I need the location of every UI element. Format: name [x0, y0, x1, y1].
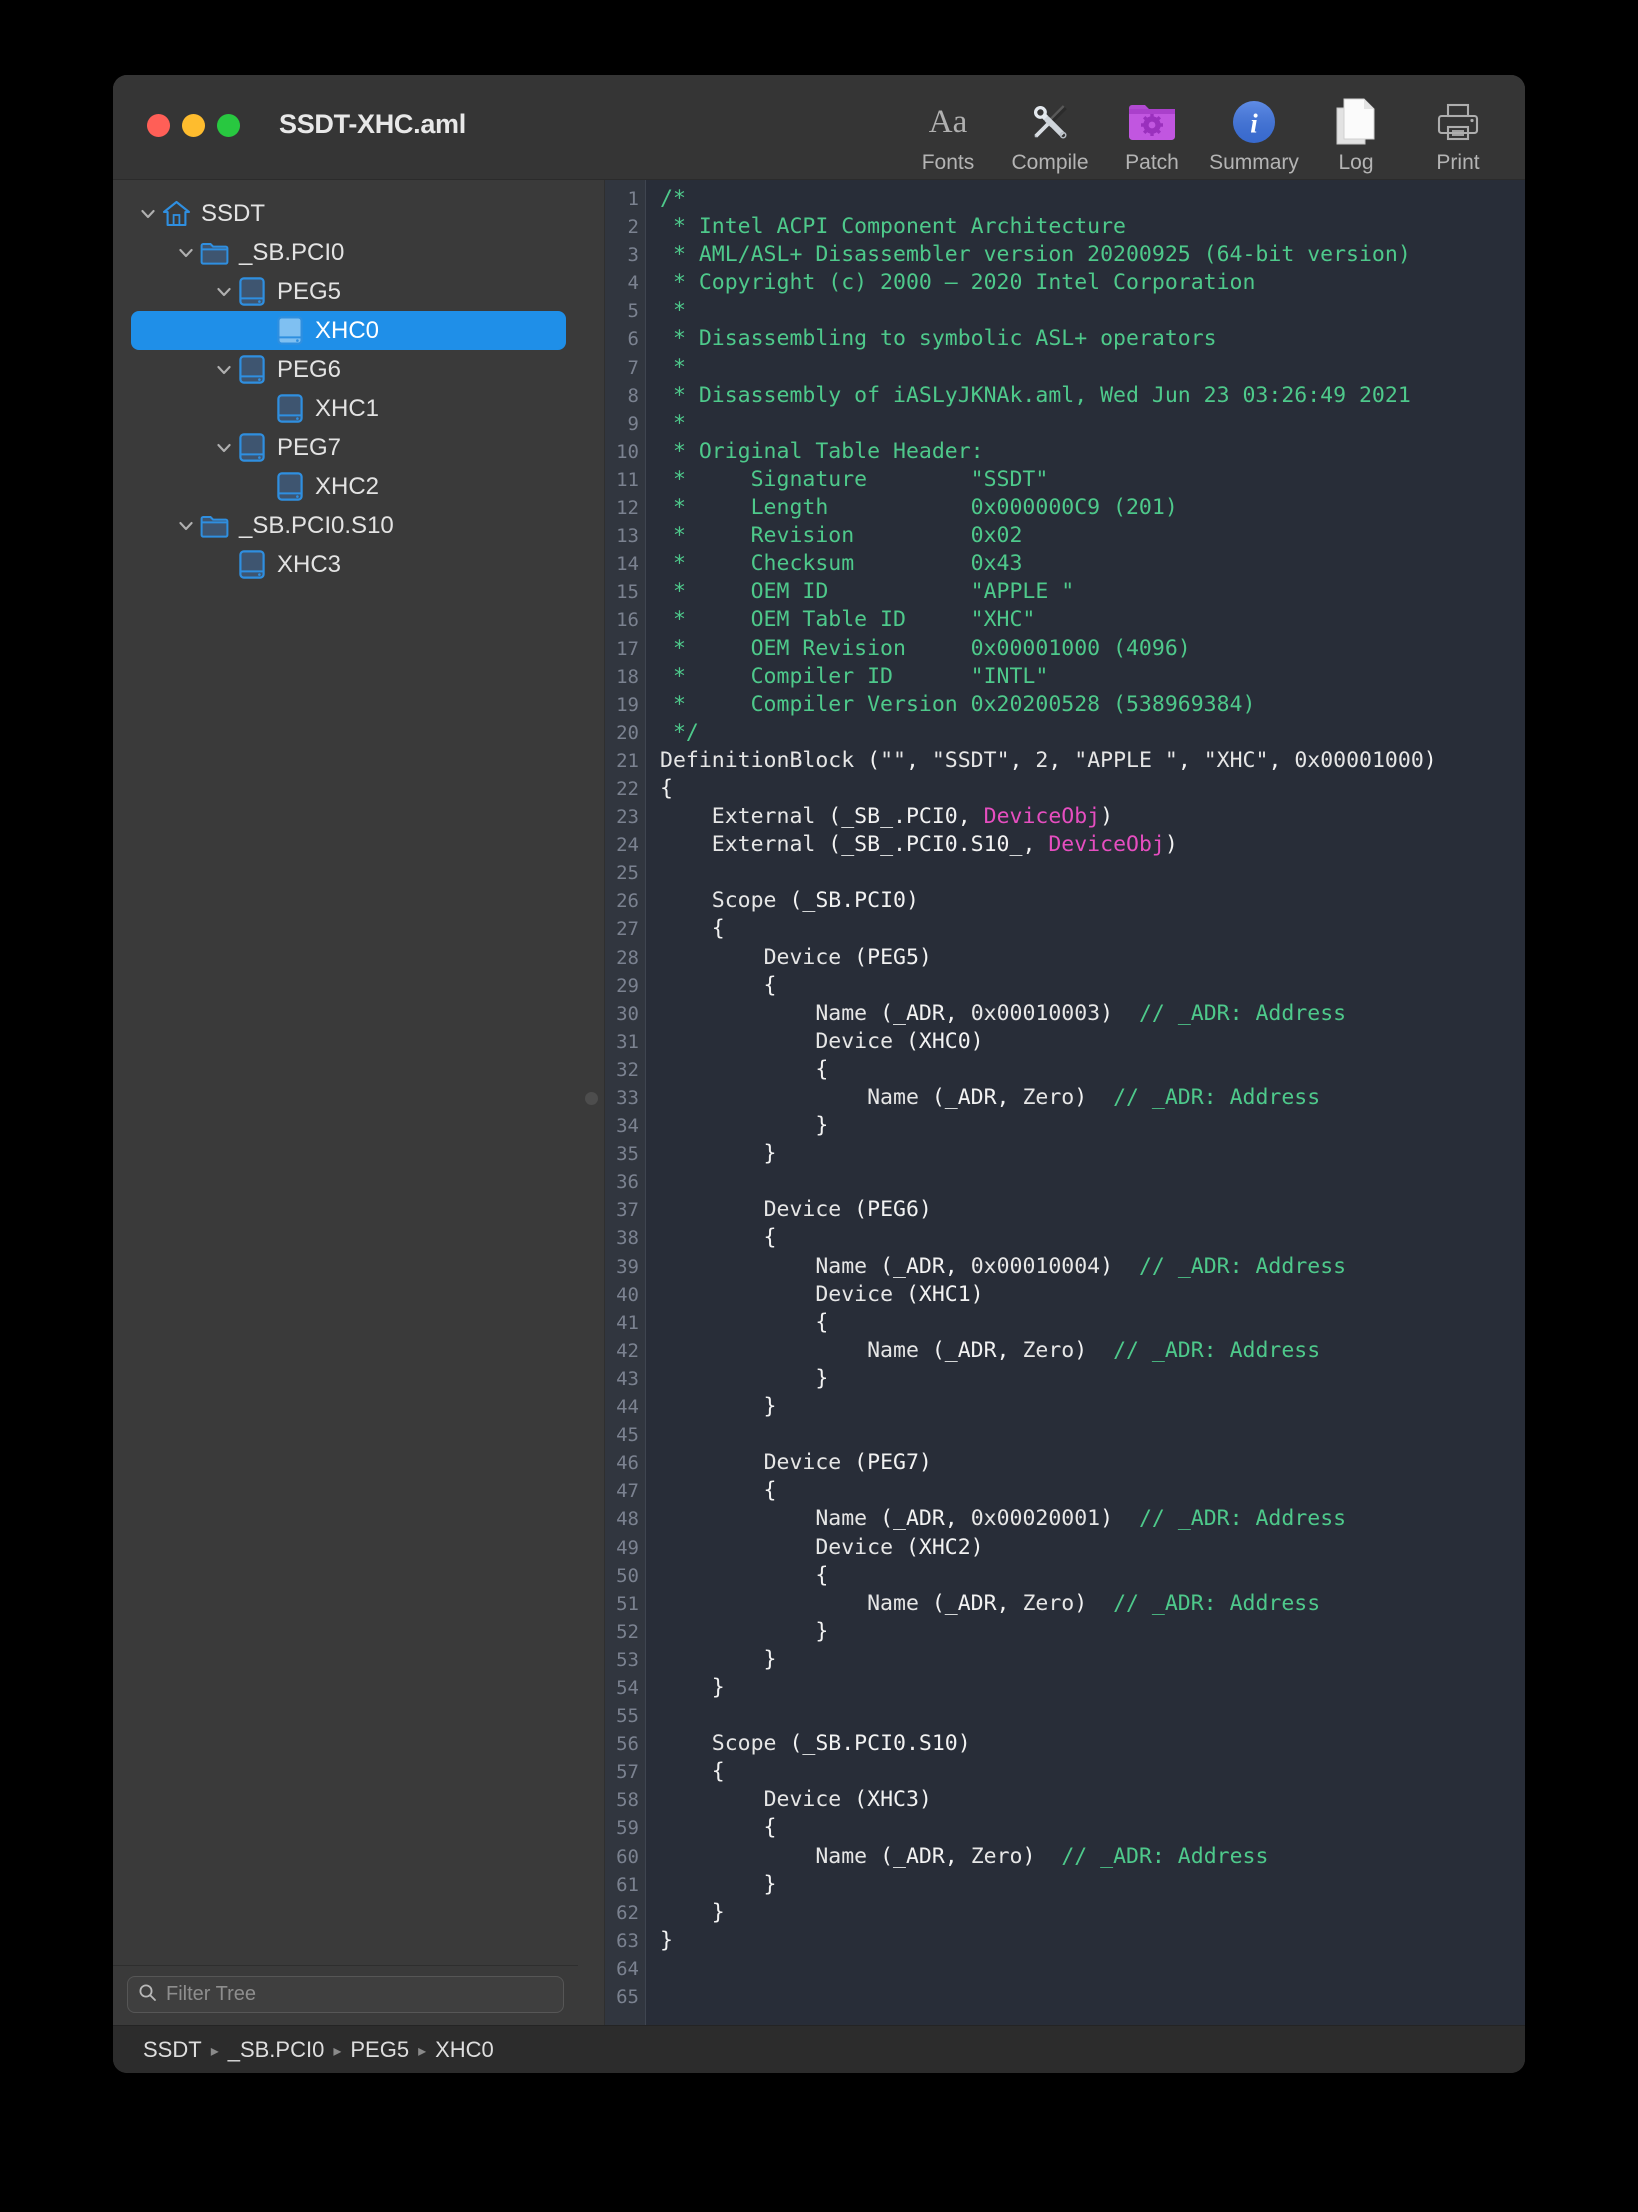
toolbar-patch-button[interactable]: Patch	[1101, 89, 1203, 175]
tree-item-label: SSDT	[201, 199, 266, 227]
breadcrumb-separator: ▸	[210, 2042, 219, 2060]
filter-tree-input[interactable]	[166, 1983, 553, 2006]
filter-tree-container	[113, 1965, 578, 2025]
maximize-button[interactable]	[217, 114, 240, 137]
filter-tree-box[interactable]	[127, 1976, 564, 2013]
close-button[interactable]	[147, 114, 170, 137]
toolbar-item-label: Compile	[1011, 151, 1089, 174]
tree-item-label: PEG6	[277, 355, 342, 383]
breadcrumb-item[interactable]: PEG5	[350, 2037, 409, 2063]
tree-item-peg5[interactable]: PEG5	[131, 272, 566, 311]
editor-area: 1 2 3 4 5 6 7 8 9 10 11 12 13 14 15 16 1…	[578, 180, 1525, 2025]
toolbar-item-label: Log	[1338, 151, 1374, 174]
patch-folder-gear-icon	[1127, 95, 1177, 149]
toolbar-compile-button[interactable]: Compile	[999, 89, 1101, 175]
line-number-gutter: 1 2 3 4 5 6 7 8 9 10 11 12 13 14 15 16 1…	[605, 180, 646, 2025]
compile-tools-icon	[1025, 95, 1075, 149]
chevron-down-icon[interactable]	[135, 201, 161, 227]
tree-item-xhc2[interactable]: XHC2	[131, 467, 566, 506]
toolbar-fonts-button[interactable]: Aa Fonts	[897, 89, 999, 175]
breadcrumb-item[interactable]: XHC0	[435, 2037, 494, 2063]
tree-item-label: PEG7	[277, 433, 342, 461]
tree-item-peg6[interactable]: PEG6	[131, 350, 566, 389]
tree-item-label: XHC0	[315, 316, 380, 344]
toolbar-summary-button[interactable]: i Summary	[1203, 89, 1305, 175]
chevron-down-icon[interactable]	[173, 513, 199, 539]
device-icon	[237, 550, 267, 580]
folder-icon	[199, 238, 229, 268]
breadcrumb-item[interactable]: SSDT	[143, 2037, 202, 2063]
code-editor[interactable]: /* * Intel ACPI Component Architecture *…	[646, 180, 1525, 2025]
minimize-button[interactable]	[182, 114, 205, 137]
folder-icon	[199, 511, 229, 541]
tree-item-label: XHC2	[315, 472, 380, 500]
home-icon	[161, 199, 191, 229]
toolbar-print-button[interactable]: Print	[1407, 89, 1509, 175]
chevron-down-icon[interactable]	[211, 435, 237, 461]
statusbar: SSDT ▸ _SB.PCI0 ▸ PEG5 ▸ XHC0	[113, 2025, 1525, 2073]
tree-item-peg7[interactable]: PEG7	[131, 428, 566, 467]
tree-item-label: _SB.PCI0.S10	[239, 511, 394, 539]
tree-item-xhc3[interactable]: XHC3	[131, 545, 566, 584]
tree-item-xhc1[interactable]: XHC1	[131, 389, 566, 428]
fold-marker-dot[interactable]	[585, 1091, 598, 1105]
titlebar: SSDT-XHC.aml Aa Fonts Compile Patch i Su…	[113, 75, 1525, 180]
tree-item-ssdt[interactable]: SSDT	[131, 194, 566, 233]
toolbar-log-button[interactable]: Log	[1305, 89, 1407, 175]
fold-marker-strip[interactable]	[578, 180, 605, 2025]
tree-item-label: _SB.PCI0	[239, 238, 345, 266]
body-split: SSDT _SB.PCI0 PEG5 XHC0 PEG6 XHC1 PEG7 X…	[113, 180, 1525, 2025]
breadcrumb-separator: ▸	[418, 2042, 427, 2060]
tree-item-label: XHC1	[315, 394, 380, 422]
chevron-down-icon[interactable]	[211, 279, 237, 305]
sidebar: SSDT _SB.PCI0 PEG5 XHC0 PEG6 XHC1 PEG7 X…	[113, 180, 578, 2025]
device-icon	[275, 472, 305, 502]
toolbar: Aa Fonts Compile Patch i Summary Log Pri…	[897, 89, 1509, 179]
breadcrumb-separator: ▸	[333, 2042, 342, 2060]
tree-item--sb-pci0[interactable]: _SB.PCI0	[131, 233, 566, 272]
tree-item-xhc0[interactable]: XHC0	[131, 311, 566, 350]
print-printer-icon	[1435, 95, 1481, 149]
traffic-lights	[147, 114, 240, 137]
chevron-down-icon[interactable]	[173, 240, 199, 266]
tree-item-label: XHC3	[277, 550, 342, 578]
device-icon	[275, 316, 305, 346]
svg-text:i: i	[1250, 109, 1258, 139]
acpi-tree[interactable]: SSDT _SB.PCI0 PEG5 XHC0 PEG6 XHC1 PEG7 X…	[113, 180, 578, 1965]
chevron-down-icon[interactable]	[211, 357, 237, 383]
search-icon	[138, 1983, 157, 2007]
log-document-icon	[1332, 95, 1380, 149]
device-icon	[237, 355, 267, 385]
toolbar-item-label: Summary	[1209, 151, 1299, 174]
device-icon	[237, 433, 267, 463]
toolbar-item-label: Print	[1436, 151, 1480, 174]
fonts-aa-icon: Aa	[928, 103, 968, 140]
breadcrumb-item[interactable]: _SB.PCI0	[228, 2037, 325, 2063]
window-title: SSDT-XHC.aml	[279, 109, 466, 139]
breadcrumb[interactable]: SSDT ▸ _SB.PCI0 ▸ PEG5 ▸ XHC0	[143, 2037, 494, 2063]
tree-item-label: PEG5	[277, 277, 342, 305]
tree-item--sb-pci0-s10[interactable]: _SB.PCI0.S10	[131, 506, 566, 545]
device-icon	[237, 277, 267, 307]
toolbar-item-label: Fonts	[921, 151, 975, 174]
toolbar-item-label: Patch	[1125, 151, 1179, 174]
device-icon	[275, 394, 305, 424]
summary-info-icon: i	[1231, 95, 1277, 149]
app-window: SSDT-XHC.aml Aa Fonts Compile Patch i Su…	[113, 75, 1525, 2073]
